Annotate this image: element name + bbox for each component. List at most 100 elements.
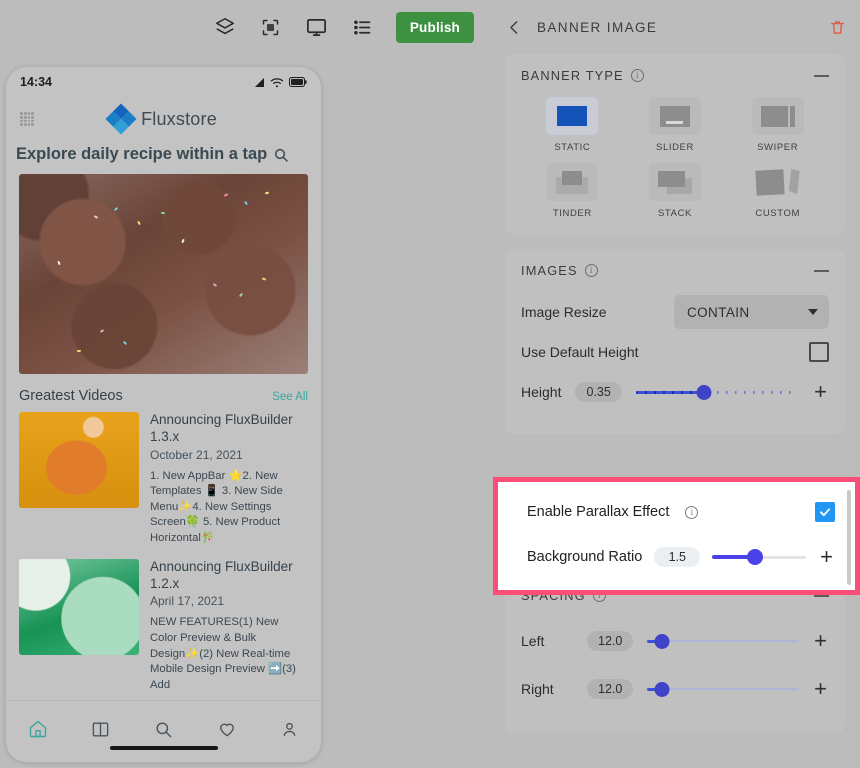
banner-type-tinder[interactable]: TINDER — [546, 163, 599, 219]
banner-type-title: BANNER TYPE — [521, 68, 624, 83]
enable-parallax-checkbox[interactable] — [815, 502, 835, 522]
preview-pane: Publish 14:34 Fluxstore Explore daily re… — [0, 0, 490, 768]
see-all-link[interactable]: See All — [272, 391, 308, 403]
slider-thumb[interactable] — [746, 549, 763, 565]
headline-row: Explore daily recipe within a tap — [6, 141, 321, 174]
slider-fill — [635, 390, 704, 394]
spacing-right-label: Right — [521, 681, 554, 697]
collapse-toggle[interactable] — [814, 269, 829, 272]
banner-type-label: SLIDER — [656, 142, 694, 153]
banner-type-label: CUSTOM — [755, 208, 800, 219]
banner-type-custom[interactable]: CUSTOM — [752, 163, 804, 219]
height-slider[interactable] — [635, 381, 799, 403]
banner-type-label: STACK — [658, 208, 692, 219]
spacing-left-increment-button[interactable]: + — [812, 630, 829, 652]
use-default-height-checkbox[interactable] — [809, 342, 829, 362]
desktop-preview-icon[interactable] — [304, 14, 330, 40]
images-title: IMAGES — [521, 263, 578, 278]
back-chevron-icon[interactable] — [506, 19, 523, 36]
background-ratio-increment-button[interactable]: + — [818, 546, 835, 568]
use-default-height-row: Use Default Height — [521, 332, 829, 372]
banner-type-slider[interactable]: SLIDER — [648, 97, 701, 153]
parallax-card: Enable Parallax Effect i Background Rati… — [498, 482, 855, 588]
list-item[interactable]: Announcing FluxBuilder 1.3.x October 21,… — [6, 412, 321, 559]
slider-thumb[interactable] — [654, 633, 670, 649]
slider-thumb-icon — [648, 97, 701, 135]
static-thumb-icon — [546, 97, 599, 135]
background-ratio-slider[interactable] — [712, 546, 807, 568]
scrollbar[interactable] — [847, 490, 851, 585]
list-view-icon[interactable] — [350, 14, 376, 40]
spacing-left-row: Left 12.0 + — [521, 617, 829, 665]
delete-icon[interactable] — [829, 19, 846, 36]
slider-thumb[interactable] — [696, 384, 712, 400]
banner-type-stack[interactable]: STACK — [648, 163, 701, 219]
status-time: 14:34 — [20, 75, 52, 89]
banner-type-card: BANNER TYPE i STATIC SLIDER SWIPER TINDE… — [505, 54, 845, 235]
spacing-left-value[interactable]: 12.0 — [587, 631, 634, 651]
stack-thumb-icon — [648, 163, 701, 201]
list-item[interactable]: Announcing FluxBuilder 1.2.x April 17, 2… — [6, 558, 321, 706]
image-resize-select[interactable]: CONTAIN — [674, 295, 829, 329]
home-indicator — [109, 746, 218, 750]
nav-categories-icon[interactable] — [91, 720, 110, 744]
height-value[interactable]: 0.35 — [575, 382, 622, 402]
video-title: Announcing FluxBuilder 1.2.x — [150, 558, 293, 591]
video-description: NEW FEATURES(1) New Color Preview & Bulk… — [150, 616, 296, 691]
spacing-right-slider[interactable] — [647, 678, 799, 700]
qr-scan-icon[interactable] — [258, 14, 284, 40]
fluxstore-logo-icon — [105, 103, 137, 135]
inspector-pane: BANNER IMAGE BANNER TYPE i STATIC SLIDER — [490, 0, 860, 768]
video-date: October 21, 2021 — [150, 447, 243, 462]
height-increment-button[interactable]: + — [812, 381, 829, 403]
background-ratio-row: Background Ratio 1.5 + — [527, 534, 835, 580]
slider-track — [647, 688, 799, 690]
video-thumbnail[interactable] — [19, 412, 139, 508]
video-title: Announcing FluxBuilder 1.3.x — [150, 412, 293, 444]
banner-type-label: TINDER — [552, 208, 592, 219]
videos-section-title: Greatest Videos — [19, 388, 123, 404]
banner-type-swiper[interactable]: SWIPER — [751, 97, 804, 153]
grid-menu-icon[interactable] — [20, 112, 34, 126]
banner-image-preview[interactable] — [19, 174, 308, 374]
signal-icon — [255, 77, 264, 87]
spacing-left-slider[interactable] — [647, 630, 799, 652]
spacing-right-value[interactable]: 12.0 — [587, 679, 634, 699]
nav-home-icon[interactable] — [28, 719, 48, 744]
video-meta: Announcing FluxBuilder 1.2.x April 17, 2… — [150, 559, 308, 694]
collapse-toggle[interactable] — [814, 74, 829, 77]
publish-button[interactable]: Publish — [395, 11, 474, 43]
layers-icon[interactable] — [212, 14, 238, 40]
battery-icon — [289, 77, 307, 87]
enable-parallax-row: Enable Parallax Effect i — [527, 490, 835, 534]
top-toolbar: Publish — [0, 0, 490, 54]
info-icon[interactable]: i — [685, 505, 699, 519]
headline-text: Explore daily recipe within a tap — [16, 145, 268, 163]
check-icon — [819, 508, 831, 517]
info-icon[interactable]: i — [630, 69, 644, 82]
nav-search-icon[interactable] — [154, 720, 173, 744]
image-resize-value: CONTAIN — [687, 304, 750, 320]
video-thumbnail[interactable] — [19, 558, 139, 655]
tinder-thumb-icon — [546, 163, 599, 201]
nav-profile-icon[interactable] — [280, 720, 299, 744]
banner-type-static[interactable]: STATIC — [546, 97, 599, 153]
info-icon[interactable]: i — [584, 264, 598, 277]
use-default-height-label: Use Default Height — [521, 344, 639, 360]
video-description: 1. New AppBar ⭐2. New Templates 📱 3. New… — [150, 469, 283, 545]
banner-type-header: BANNER TYPE i — [521, 68, 829, 83]
spacing-right-increment-button[interactable]: + — [812, 678, 829, 700]
enable-parallax-label: Enable Parallax Effect — [527, 504, 670, 520]
spacing-left-label: Left — [521, 633, 545, 649]
page-title: BANNER IMAGE — [537, 19, 658, 35]
search-icon[interactable] — [273, 147, 289, 163]
inspector-header: BANNER IMAGE — [490, 0, 860, 54]
swiper-thumb-icon — [751, 97, 804, 135]
spacing-right-row: Right 12.0 + — [521, 665, 829, 713]
phone-status-bar: 14:34 — [6, 67, 321, 97]
slider-thumb[interactable] — [654, 681, 670, 697]
nav-wishlist-icon[interactable] — [217, 719, 237, 744]
status-indicators — [253, 77, 307, 88]
height-row: Height 0.35 + — [521, 372, 829, 412]
background-ratio-value[interactable]: 1.5 — [654, 547, 701, 567]
